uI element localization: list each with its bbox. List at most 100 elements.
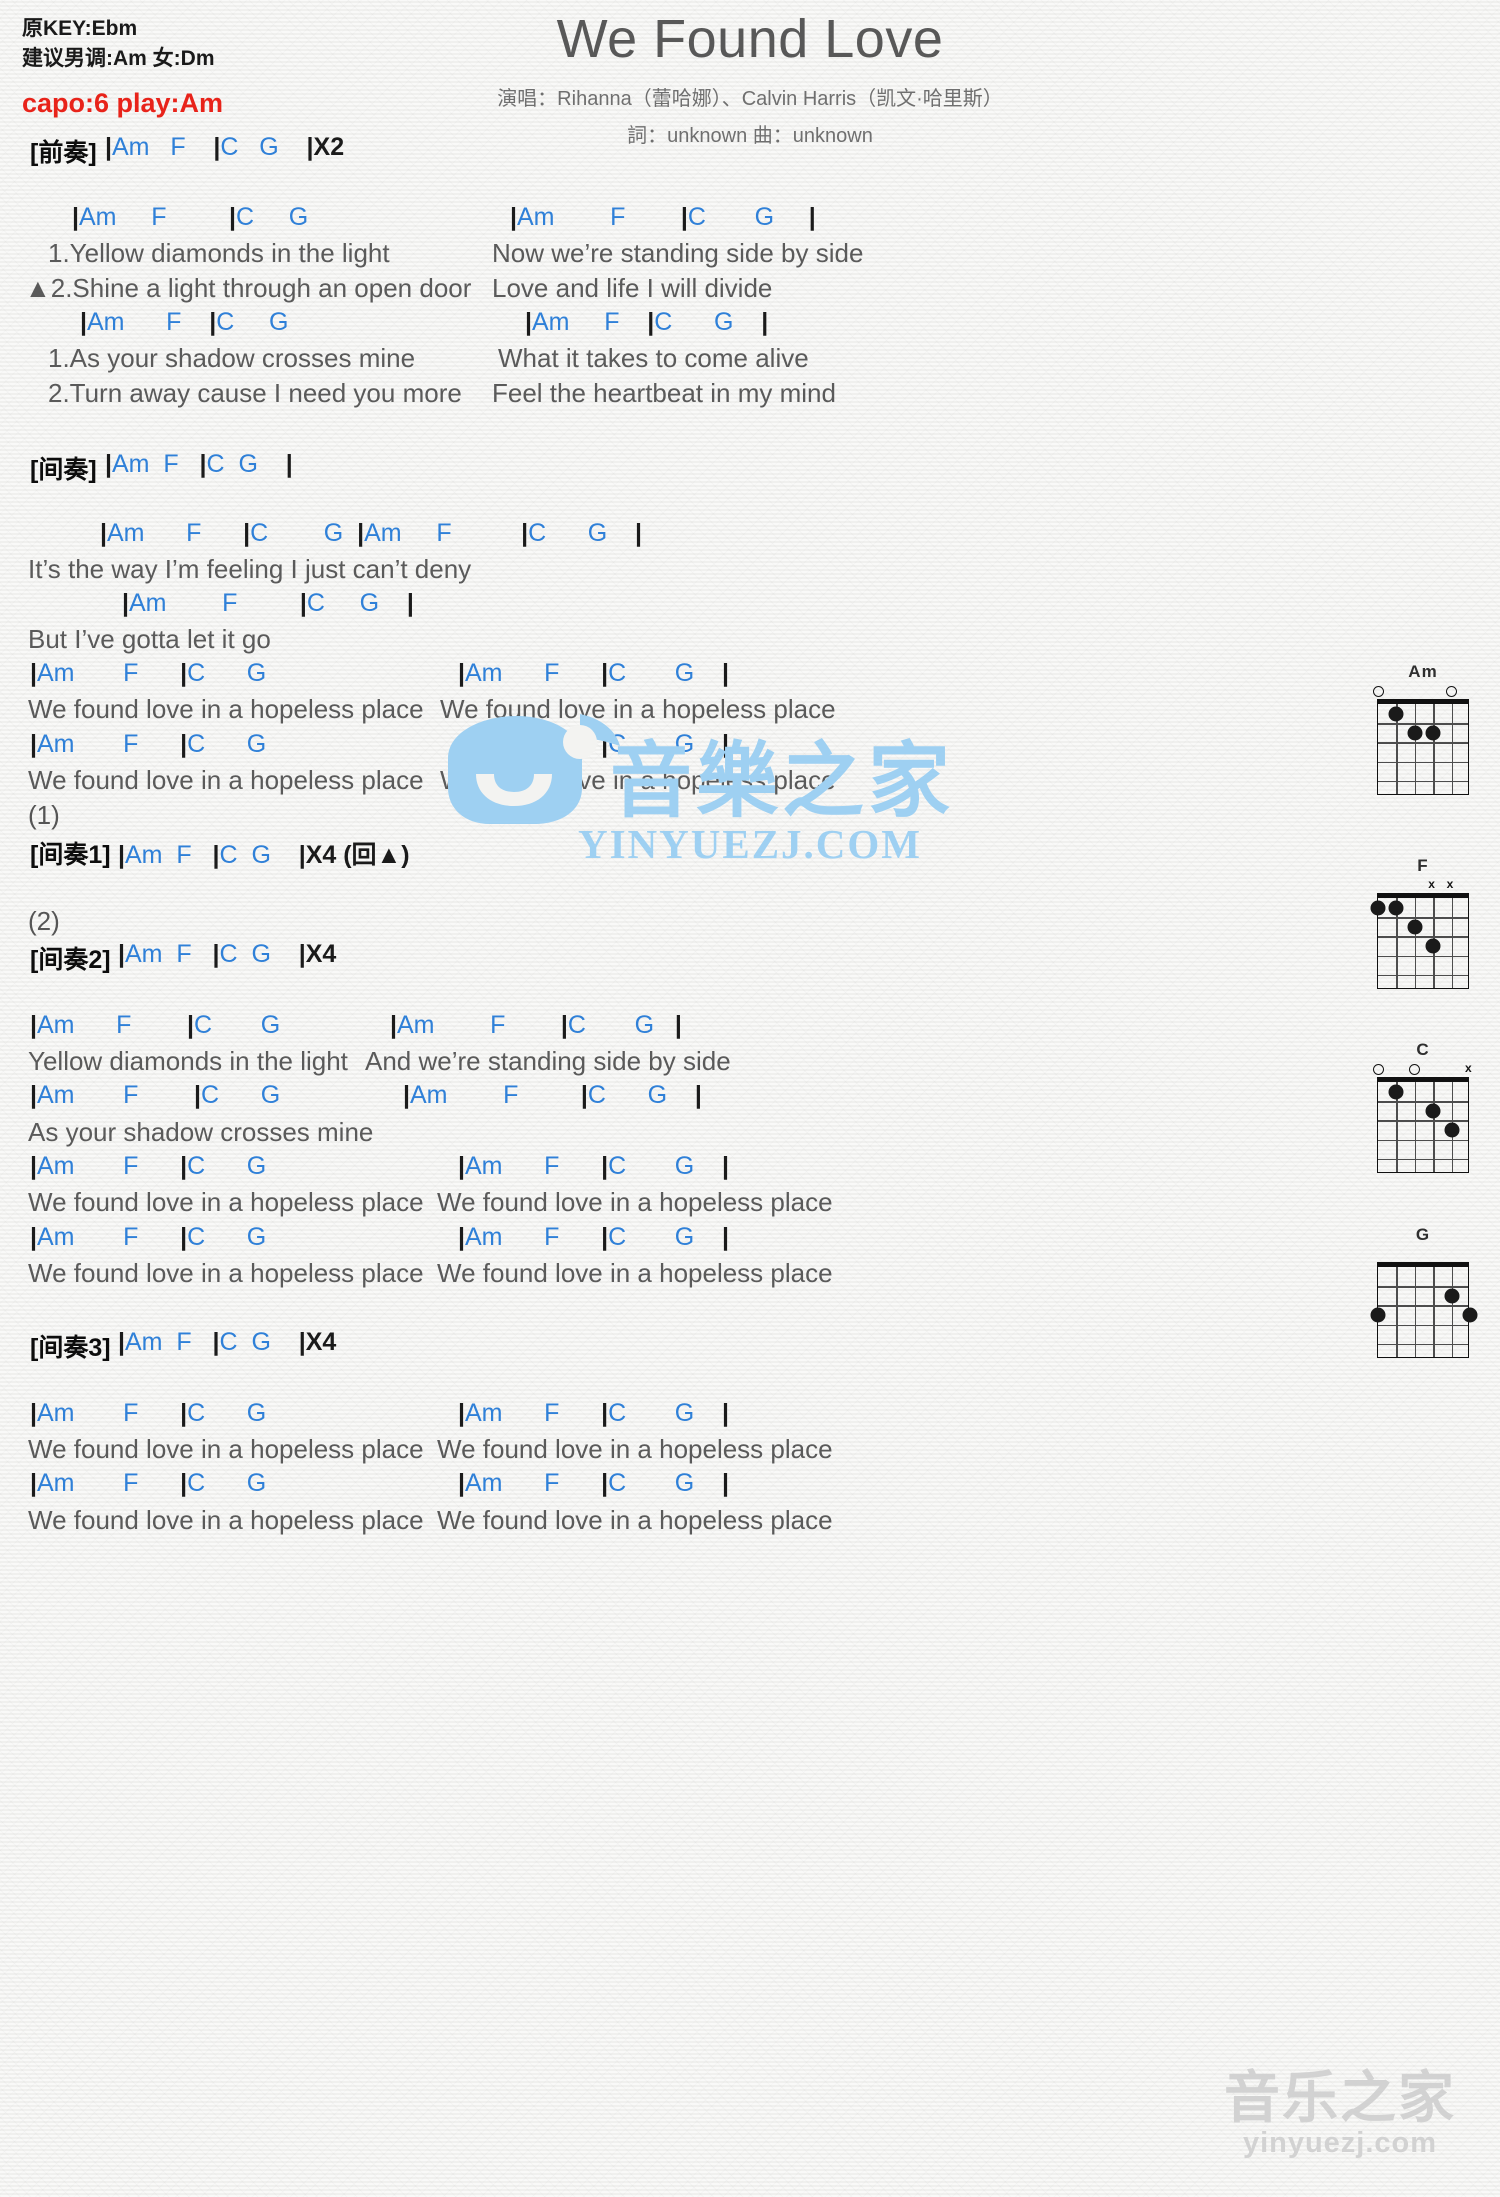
v2-c1-right: |Am F |C G | (390, 1011, 682, 1039)
fret-line (1378, 1101, 1468, 1103)
finger-dot (1370, 900, 1386, 916)
finger-dot (1425, 1103, 1441, 1119)
v1-l2-left: ▲2.Shine a light through an open door (25, 273, 472, 303)
ch1-c2-left: |Am F |C G (30, 730, 267, 758)
chord-open-mute-markers (1377, 1248, 1469, 1262)
v1-l1-right: Now we’re standing side by side (492, 238, 864, 268)
chord-diagram-am: Am (1363, 662, 1483, 795)
v1-c1-left: |Am F |C G (72, 203, 309, 231)
chord-diagram-name: F (1417, 856, 1429, 875)
inter1-label: [间奏1] (30, 841, 111, 869)
inter2-chords: |Am F |C G |X4 (118, 940, 337, 968)
chord-diagram-g: G (1363, 1225, 1483, 1358)
bottom-watermark-url: yinyuezj.com (1242, 2126, 1438, 2159)
v2-l1-right: And we’re standing side by side (365, 1046, 731, 1076)
v1-l3-left: 1.As your shadow crosses mine (48, 343, 416, 373)
finger-dot (1425, 725, 1441, 741)
v1-l4-left: 2.Turn away cause I need you more (48, 378, 462, 408)
fret-line (1378, 974, 1468, 977)
ch1-l2-left: We found love in a hopeless place (28, 765, 424, 795)
fret-line (1378, 723, 1468, 725)
ch3-c1-left: |Am F |C G (30, 1399, 267, 1427)
ch2-c2-left: |Am F |C G (30, 1223, 267, 1251)
finger-dot (1407, 919, 1423, 935)
v2-c2-right: |Am F |C G | (403, 1081, 702, 1109)
finger-dot (1444, 1122, 1460, 1138)
ch3-l1-left: We found love in a hopeless place (28, 1434, 424, 1464)
v2-c2-left: |Am F |C G (30, 1081, 281, 1109)
v1-l3-right: What it takes to come alive (498, 343, 809, 373)
v2-l1-left: Yellow diamonds in the light (28, 1046, 348, 1076)
bottom-watermark: 音乐之家 yinyuezj.com (1190, 2066, 1490, 2160)
fretboard-grid (1370, 1262, 1478, 1358)
fret-line (1378, 1139, 1468, 1142)
bottom-watermark-cjk: 音乐之家 (1224, 2066, 1456, 2131)
ending1-marker: (1) (28, 800, 60, 830)
ch2-l1-right: We found love in a hopeless place (437, 1187, 833, 1217)
intro-chords: |Am F |C G |X2 (105, 133, 345, 161)
pc-c1: |Am F |C G |Am F |C G | (100, 519, 643, 547)
finger-dot (1388, 900, 1404, 916)
open-string-icon (1372, 1064, 1384, 1075)
ch1-l2-right: We found love in a hopeless place (440, 765, 836, 795)
chord-sheet: 原KEY:Ebm 建议男调:Am 女:Dm capo:6 play:Am We … (0, 0, 1500, 2197)
muted-string-icon: x (1428, 877, 1435, 891)
v1-l2-right: Love and life I will divide (492, 273, 773, 303)
fretboard-grid (1377, 699, 1469, 795)
ch1-l1-right: We found love in a hopeless place (440, 694, 836, 724)
fret-line (1378, 742, 1468, 744)
fret-line (1378, 1120, 1468, 1122)
pc-c2: |Am F |C G | (122, 589, 414, 617)
fretboard-grid (1370, 893, 1469, 989)
v2-l2-left: As your shadow crosses mine (28, 1117, 374, 1147)
ch2-c1-left: |Am F |C G (30, 1152, 267, 1180)
fret-line (1378, 936, 1468, 938)
singer-credit: 演唱：Rihanna（蕾哈娜）、Calvin Harris（凯文·哈里斯） (497, 88, 1003, 110)
finger-dot (1388, 1084, 1404, 1100)
watermark-url-text: YINYUEZJ.COM (577, 821, 923, 867)
fret-line (1378, 1324, 1468, 1327)
ch3-l1-right: We found love in a hopeless place (437, 1434, 833, 1464)
ch1-c1-right: |Am F |C G | (458, 659, 730, 687)
finger-dot (1444, 1288, 1460, 1304)
v2-c1-left: |Am F |C G (30, 1011, 281, 1039)
ch2-l2-right: We found love in a hopeless place (437, 1258, 833, 1288)
inter1-chords: |Am F |C G |X4 (回▲) (118, 841, 410, 869)
inter3-label: [间奏3] (30, 1334, 111, 1362)
fret-line (1378, 917, 1468, 919)
v1-c2-right: |Am F |C G | (525, 308, 769, 336)
fret-line (1378, 1286, 1468, 1288)
ch3-c2-left: |Am F |C G (30, 1469, 267, 1497)
inter-label: [间奏] (30, 456, 97, 484)
v1-c1-right: |Am F |C G | (510, 203, 816, 231)
ch1-l1-left: We found love in a hopeless place (28, 694, 424, 724)
open-string-icon (1409, 1064, 1421, 1075)
ch1-c1-left: |Am F |C G (30, 659, 267, 687)
open-string-icon (1372, 686, 1384, 697)
ch2-l2-left: We found love in a hopeless place (28, 1258, 424, 1288)
ch3-l2-left: We found love in a hopeless place (28, 1505, 424, 1535)
fret-line (1378, 761, 1468, 764)
chord-open-mute-markers (1372, 685, 1469, 699)
ch1-c2-right: |Am F |C G | (458, 730, 730, 758)
inter2-label: [间奏2] (30, 946, 111, 974)
ending2-marker: (2) (28, 906, 60, 936)
ch2-c1-right: |Am F |C G | (458, 1152, 730, 1180)
finger-dot (1370, 1307, 1386, 1323)
ch3-c2-right: |Am F |C G | (458, 1469, 730, 1497)
chord-diagram-name: Am (1408, 662, 1438, 681)
open-string-icon (1446, 686, 1458, 697)
ch3-c1-right: |Am F |C G | (458, 1399, 730, 1427)
fretboard-grid (1377, 1077, 1469, 1173)
chord-open-mute-markers: x (1372, 1062, 1472, 1077)
chord-diagram-name: C (1416, 1040, 1430, 1059)
finger-dot (1462, 1307, 1478, 1323)
page-title: We Found Love (556, 9, 944, 69)
fret-line (1378, 955, 1468, 958)
fret-line (1378, 1158, 1468, 1161)
finger-dot (1388, 706, 1404, 722)
inter-chords: |Am F |C G | (105, 450, 293, 478)
fret-line (1378, 780, 1468, 783)
chord-diagram-c: Cx (1363, 1040, 1483, 1173)
pc-l1: It’s the way I’m feeling I just can’t de… (28, 554, 472, 584)
